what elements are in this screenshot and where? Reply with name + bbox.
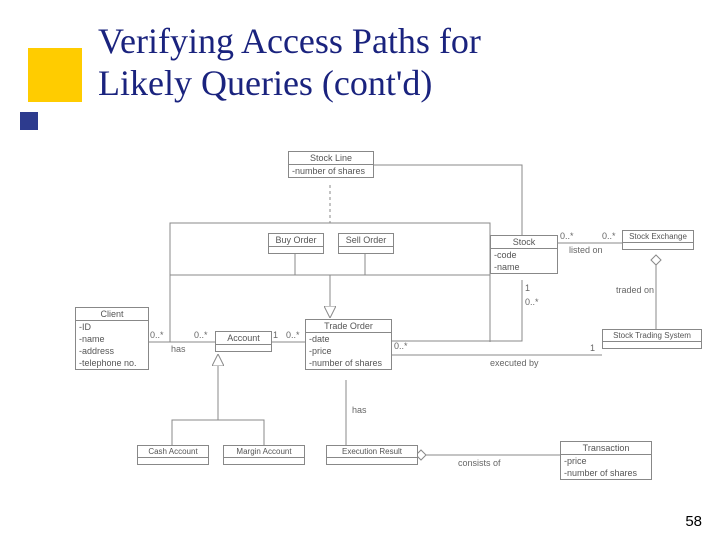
empty-compartment — [224, 458, 304, 464]
decorative-navy-square — [20, 112, 38, 130]
mult: 0..* — [194, 330, 208, 340]
class-name: Account — [216, 332, 271, 345]
class-name: Transaction — [561, 442, 651, 455]
attr: -price — [561, 455, 651, 467]
mult: 0..* — [560, 231, 574, 241]
assoc-label-has: has — [171, 344, 186, 354]
class-cash-account: Cash Account — [137, 445, 209, 465]
mult: 0..* — [286, 330, 300, 340]
attr: -name — [76, 333, 148, 345]
empty-compartment — [339, 247, 393, 253]
class-trade-order: Trade Order -date -price -number of shar… — [305, 319, 392, 370]
slide-title: Verifying Access Paths for Likely Querie… — [98, 20, 481, 105]
empty-compartment — [603, 342, 701, 348]
attr: -address — [76, 345, 148, 357]
class-name: Trade Order — [306, 320, 391, 333]
attr: -number of shares — [561, 467, 651, 479]
attr: -price — [306, 345, 391, 357]
class-transaction: Transaction -price -number of shares — [560, 441, 652, 480]
class-client: Client -ID -name -address -telephone no. — [75, 307, 149, 370]
page-number: 58 — [685, 513, 702, 530]
class-name: Cash Account — [138, 446, 208, 458]
mult: 0..* — [602, 231, 616, 241]
attr: -number of shares — [306, 357, 391, 369]
class-margin-account: Margin Account — [223, 445, 305, 465]
mult: 1 — [273, 330, 278, 340]
attr: -ID — [76, 321, 148, 333]
empty-compartment — [327, 458, 417, 464]
mult: 1 — [590, 343, 595, 353]
attr: -name — [491, 261, 557, 273]
title-line-2: Likely Queries (cont'd) — [98, 63, 432, 103]
uml-diagram: Stock Line -number of shares Buy Order S… — [0, 145, 720, 515]
class-name: Margin Account — [224, 446, 304, 458]
decorative-yellow-square — [28, 48, 82, 102]
class-name: Stock Trading System — [603, 330, 701, 342]
assoc-label-listed-on: listed on — [569, 245, 603, 255]
class-stock-trading-system: Stock Trading System — [602, 329, 702, 349]
class-execution-result: Execution Result — [326, 445, 418, 465]
mult: 0..* — [150, 330, 164, 340]
class-name: Stock — [491, 236, 557, 249]
class-stock: Stock -code -name — [490, 235, 558, 274]
class-name: Execution Result — [327, 446, 417, 458]
empty-compartment — [623, 243, 693, 249]
class-name: Sell Order — [339, 234, 393, 247]
mult: 1 — [525, 283, 530, 293]
title-line-1: Verifying Access Paths for — [98, 21, 481, 61]
class-stock-line: Stock Line -number of shares — [288, 151, 374, 178]
assoc-label-executed-by: executed by — [490, 358, 539, 368]
assoc-label-traded-on: traded on — [616, 285, 654, 295]
empty-compartment — [138, 458, 208, 464]
class-stock-exchange: Stock Exchange — [622, 230, 694, 250]
class-name: Stock Line — [289, 152, 373, 165]
mult: 0..* — [525, 297, 539, 307]
class-name: Stock Exchange — [623, 231, 693, 243]
class-sell-order: Sell Order — [338, 233, 394, 254]
class-account: Account — [215, 331, 272, 352]
assoc-label-consists-of: consists of — [458, 458, 501, 468]
empty-compartment — [216, 345, 271, 351]
attr: -telephone no. — [76, 357, 148, 369]
class-buy-order: Buy Order — [268, 233, 324, 254]
class-name: Buy Order — [269, 234, 323, 247]
attr: -code — [491, 249, 557, 261]
empty-compartment — [269, 247, 323, 253]
attr: -date — [306, 333, 391, 345]
attr: -number of shares — [289, 165, 373, 177]
class-name: Client — [76, 308, 148, 321]
assoc-label-has: has — [352, 405, 367, 415]
mult: 0..* — [394, 341, 408, 351]
